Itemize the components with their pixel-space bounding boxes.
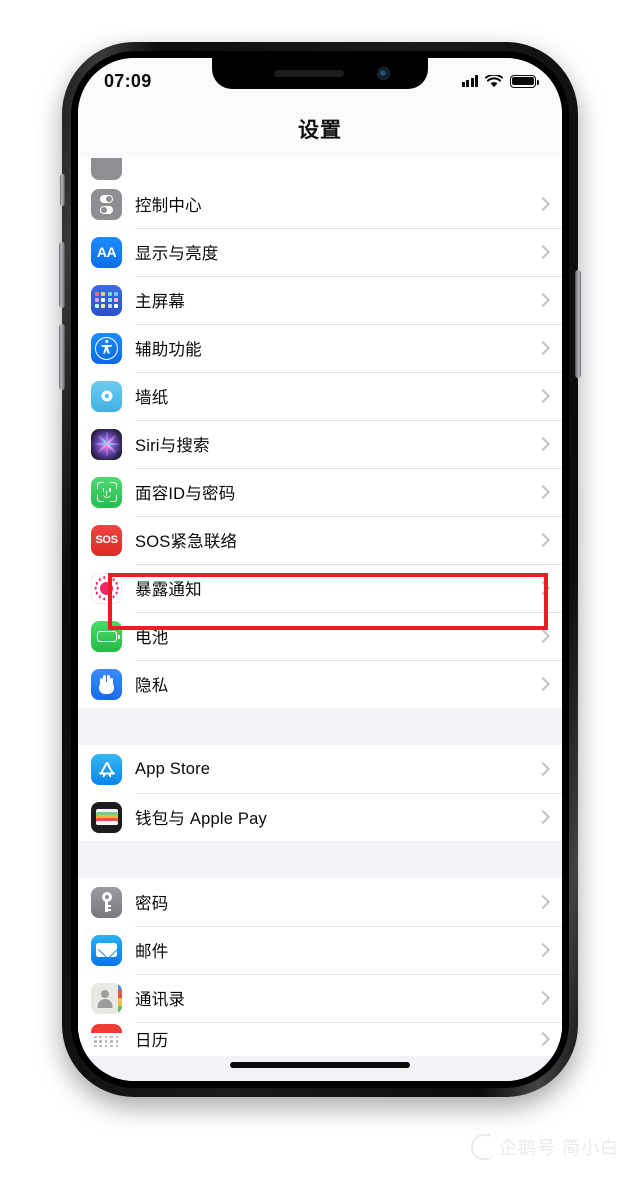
passwords-icon [91, 886, 122, 918]
settings-row-passwords[interactable]: 密码 [78, 878, 562, 926]
chevron-right-icon [535, 1031, 551, 1047]
settings-row-label: 面容ID与密码 [135, 485, 236, 503]
settings-row-label: 辅助功能 [135, 341, 202, 359]
status-icons [461, 74, 539, 88]
calendar-icon [91, 1023, 122, 1055]
emergency-sos-icon: SOS [91, 524, 122, 556]
wallpaper-icon [91, 380, 122, 412]
settings-row-accessibility[interactable]: 辅助功能 [78, 324, 562, 372]
settings-group-partial [78, 158, 562, 180]
partial-icon [91, 158, 122, 180]
chevron-right-icon [535, 942, 551, 958]
settings-row-label: SOS紧急联络 [135, 533, 238, 551]
siri-search-icon [91, 428, 122, 460]
settings-row-control-center[interactable]: 控制中心 [78, 180, 562, 228]
phone-screen: 07:09 设置 控制中心 AA 显示与亮度 主屏幕 辅助功能 墙纸 Siri与… [78, 58, 562, 1081]
face-id-icon [91, 476, 122, 508]
chevron-right-icon [535, 628, 551, 644]
chevron-right-icon [535, 340, 551, 356]
wallet-apple-pay-icon [91, 801, 122, 833]
group-separator [78, 708, 562, 745]
navigation-bar: 设置 [78, 100, 562, 158]
settings-row-label: App Store [135, 759, 211, 778]
settings-row-battery[interactable]: 电池 [78, 612, 562, 660]
display-brightness-icon: AA [91, 236, 122, 268]
chevron-right-icon [535, 580, 551, 596]
earpiece-speaker [274, 70, 344, 77]
display-icon-text: AA [96, 244, 117, 260]
front-camera-icon [377, 67, 390, 80]
settings-row-label: 密码 [135, 895, 169, 913]
wifi-icon [485, 74, 503, 87]
settings-row-privacy[interactable]: 隐私 [78, 660, 562, 708]
group-separator [78, 841, 562, 878]
settings-row-label: 墙纸 [135, 389, 169, 407]
app-store-icon [91, 753, 122, 785]
penguin-logo-icon [470, 1134, 492, 1160]
notch [212, 58, 428, 89]
settings-row-wallet-apple-pay[interactable]: 钱包与 Apple Pay [78, 793, 562, 841]
chevron-right-icon [535, 990, 551, 1006]
settings-row-label: 暴露通知 [135, 581, 202, 599]
chevron-right-icon [535, 676, 551, 692]
list-item-partial[interactable] [78, 158, 562, 180]
settings-row-label: 邮件 [135, 943, 169, 961]
chevron-right-icon [535, 809, 551, 825]
mute-switch-button[interactable] [60, 174, 65, 206]
settings-row-contacts[interactable]: 通讯录 [78, 974, 562, 1022]
settings-row-label: 电池 [135, 629, 169, 647]
settings-row-home-screen[interactable]: 主屏幕 [78, 276, 562, 324]
accessibility-icon [91, 332, 122, 364]
control-center-icon [91, 188, 122, 220]
settings-row-label: 钱包与 Apple Pay [135, 810, 267, 828]
battery-full-icon [510, 74, 539, 88]
power-button[interactable] [575, 270, 581, 378]
page-title: 设置 [298, 119, 342, 142]
chevron-right-icon [535, 484, 551, 500]
settings-row-label: 通讯录 [135, 991, 186, 1009]
mail-icon [91, 934, 122, 966]
chevron-right-icon [535, 388, 551, 404]
watermark: 企鹅号 简小白 [470, 1134, 619, 1160]
chevron-right-icon [535, 436, 551, 452]
chevron-right-icon [535, 761, 551, 777]
settings-row-label: 主屏幕 [135, 293, 186, 311]
privacy-icon [91, 668, 122, 700]
settings-group-3: 密码 邮件 通讯录 日历 [78, 878, 562, 1056]
settings-group-2: App Store 钱包与 Apple Pay [78, 745, 562, 841]
settings-row-calendar[interactable]: 日历 [78, 1022, 562, 1056]
chevron-right-icon [535, 244, 551, 260]
settings-row-face-id[interactable]: 面容ID与密码 [78, 468, 562, 516]
settings-row-label: 控制中心 [135, 197, 202, 215]
settings-row-app-store[interactable]: App Store [78, 745, 562, 793]
settings-row-label: 显示与亮度 [135, 245, 219, 263]
chevron-right-icon [535, 532, 551, 548]
settings-row-label: 隐私 [135, 677, 169, 695]
settings-row-display-brightness[interactable]: AA 显示与亮度 [78, 228, 562, 276]
settings-row-wallpaper[interactable]: 墙纸 [78, 372, 562, 420]
chevron-right-icon [535, 196, 551, 212]
home-screen-icon [91, 284, 122, 316]
settings-row-siri-search[interactable]: Siri与搜索 [78, 420, 562, 468]
battery-level [512, 76, 534, 86]
watermark-text: 企鹅号 简小白 [498, 1138, 619, 1158]
sos-icon-text: SOS [95, 534, 118, 546]
status-time: 07:09 [104, 70, 152, 91]
settings-group-1: 控制中心 AA 显示与亮度 主屏幕 辅助功能 墙纸 Siri与搜索 面容ID与密… [78, 180, 562, 708]
chevron-right-icon [535, 894, 551, 910]
volume-up-button[interactable] [59, 242, 65, 308]
settings-row-label: Siri与搜索 [135, 437, 210, 455]
settings-row-label: 日历 [135, 1032, 169, 1050]
settings-row-exposure-notifications[interactable]: 暴露通知 [78, 564, 562, 612]
chevron-right-icon [535, 292, 551, 308]
settings-list-scroll[interactable]: 控制中心 AA 显示与亮度 主屏幕 辅助功能 墙纸 Siri与搜索 面容ID与密… [78, 158, 562, 1081]
exposure-notifications-icon [91, 572, 122, 604]
cellular-signal-icon [461, 75, 478, 87]
settings-row-mail[interactable]: 邮件 [78, 926, 562, 974]
contacts-icon [91, 982, 122, 1014]
home-indicator[interactable] [230, 1062, 410, 1068]
battery-icon [91, 620, 122, 652]
volume-down-button[interactable] [59, 324, 65, 390]
settings-row-emergency-sos[interactable]: SOS SOS紧急联络 [78, 516, 562, 564]
